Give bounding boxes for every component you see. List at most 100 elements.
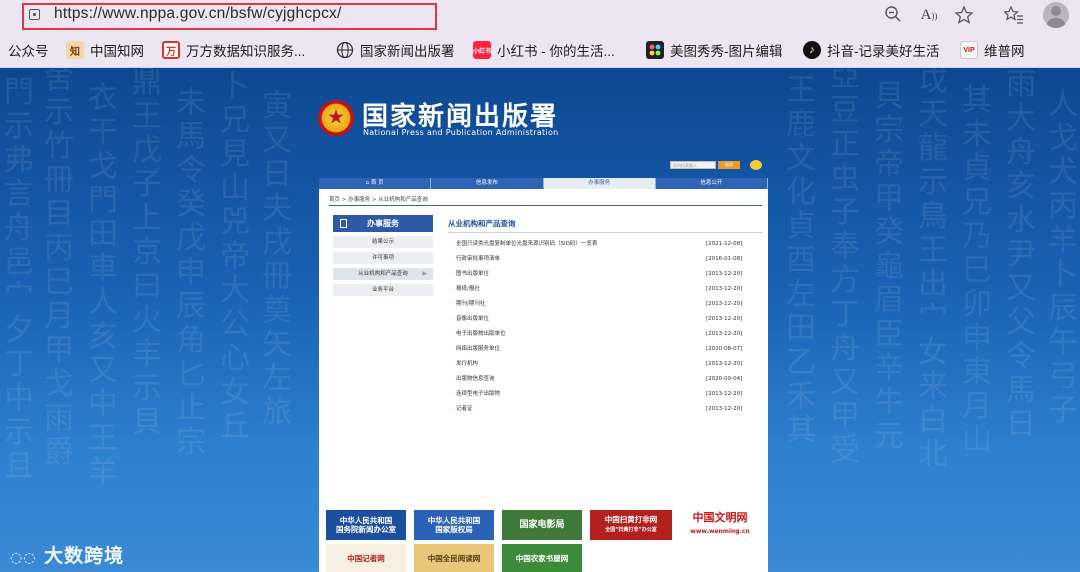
breadcrumb[interactable]: 首页 > 办事服务 > 从业机构和产品查询 xyxy=(329,195,428,203)
banner-scio[interactable]: 中华人民共和国 国务院新闻办公室 xyxy=(326,510,406,540)
bookmark-label: 小红书 - 你的生活... xyxy=(497,44,615,59)
watermark-logo: ◌◌ 大数跨境 xyxy=(10,541,124,568)
bookmark-xiaohongshu[interactable]: 小红书 小红书 - 你的生活... xyxy=(473,40,615,60)
wanfang-icon: 万 xyxy=(162,41,180,59)
list-item-date: [2013-12-20] xyxy=(706,271,743,277)
list-item-title[interactable]: 期刊/期刊社 xyxy=(456,300,485,308)
list-item[interactable]: · 期刊/期刊社 [2013-12-20] xyxy=(450,300,744,315)
banner-farm-bookstore[interactable]: 中国农家书屋网 xyxy=(502,544,582,572)
url-highlight-box xyxy=(22,3,437,30)
list-item-title[interactable]: 连续型电子出版物 xyxy=(456,390,500,398)
banner-line2: 全国“扫黄打非”办公室 xyxy=(605,527,657,533)
list-item-title[interactable]: 图书出版单位 xyxy=(456,270,489,278)
list-item-title[interactable]: 全国只读类光盘复制单位光盘来源识别码（SID码）一览表 xyxy=(456,240,597,248)
banner-line2: 国家版权局 xyxy=(435,525,473,534)
breadcrumb-divider xyxy=(329,205,762,206)
background-glyphs: 寅又日夫戌冊奠矢左旅 xyxy=(262,89,292,430)
sidebar-item-platform[interactable]: 业务平台 xyxy=(333,284,433,296)
list-item-title[interactable]: 记者证 xyxy=(456,405,473,413)
list-item-date: [2020-08-07] xyxy=(706,346,743,352)
list-item[interactable]: · 报纸/报社 [2013-12-20] xyxy=(450,285,744,300)
list-item-title[interactable]: 音像出版单位 xyxy=(456,315,489,323)
chat-icon[interactable] xyxy=(750,160,762,170)
background-glyphs: 其未貞兄乃巳卯申東月山 xyxy=(962,83,992,458)
bullet-icon: · xyxy=(450,361,452,367)
banner-film-bureau[interactable]: 国家电影局 xyxy=(502,510,582,540)
list-item-date: [2016-01-08] xyxy=(706,256,743,262)
list-item[interactable]: · 电子出版物出版单位 [2013-12-20] xyxy=(450,330,744,345)
list-item[interactable]: · 记者证 [2013-12-20] xyxy=(450,405,744,420)
list-item-date: [2013-12-20] xyxy=(706,361,743,367)
list-item[interactable]: · 行政审批事项清单 [2016-01-08] xyxy=(450,255,744,270)
list-item-title[interactable]: 网络出版服务单位 xyxy=(456,345,500,353)
bookmark-label: 中国知网 xyxy=(90,44,144,59)
list-item[interactable]: · 全国只读类光盘复制单位光盘来源识别码（SID码）一览表 [2021-12-08] xyxy=(450,240,744,255)
favorite-star-icon[interactable] xyxy=(954,5,974,25)
national-emblem-icon xyxy=(318,100,354,136)
xiaohongshu-icon: 小红书 xyxy=(473,41,491,59)
banner-ncac[interactable]: 中华人民共和国 国家版权局 xyxy=(414,510,494,540)
list-item-title[interactable]: 报纸/报社 xyxy=(456,285,480,293)
profile-avatar-icon[interactable] xyxy=(1043,2,1069,28)
address-bar: https://www.nppa.gov.cn/bsfw/cyjghcpcx/ … xyxy=(0,0,1080,31)
sidebar-title-label: 办事服务 xyxy=(367,219,399,228)
bookmark-douyin[interactable]: ♪ 抖音-记录美好生活 xyxy=(803,40,940,60)
bullet-icon: · xyxy=(450,331,452,337)
banner-line1: 中国全民阅读网 xyxy=(427,553,481,563)
list-item[interactable]: · 音像出版单位 [2013-12-20] xyxy=(450,315,744,330)
list-item-title[interactable]: 电子出版物出版单位 xyxy=(456,330,506,338)
nav-services[interactable]: 办事服务 xyxy=(543,178,656,189)
sidebar-item-permits[interactable]: 许可事项 xyxy=(333,252,433,264)
content-panel: ⌂ 首 页 信息发布 办事服务 信息公开 首页 > 办事服务 > 从业机构和产品… xyxy=(319,178,768,572)
banner-wenming[interactable]: 中国文明网 www.wenming.cn xyxy=(680,510,760,540)
banner-line2: www.wenming.cn xyxy=(690,528,750,535)
bookmark-vip[interactable]: VIP 维普网 xyxy=(960,40,1025,60)
nav-home[interactable]: ⌂ 首 页 xyxy=(319,178,432,189)
nav-info-release[interactable]: 信息发布 xyxy=(431,178,544,189)
list-item[interactable]: · 网络出版服务单位 [2020-08-07] xyxy=(450,345,744,360)
banner-journalist[interactable]: 中国记者网 xyxy=(326,544,406,572)
background-glyphs: 卜兄見山兕帝大公心女丘 xyxy=(220,69,250,444)
cnki-icon: 知 xyxy=(66,41,84,59)
sidebar-item-results[interactable]: 结果公示 xyxy=(333,236,433,248)
main-nav: ⌂ 首 页 信息发布 办事服务 信息公开 xyxy=(319,178,768,189)
bookmark-label: 抖音-记录美好生活 xyxy=(827,44,940,59)
background-glyphs: 亞豆正虫子奉方丁舟又甲受 xyxy=(830,68,860,468)
watermark-text: 大数跨境 xyxy=(44,545,125,567)
nav-info-disclosure[interactable]: 信息公开 xyxy=(656,178,768,189)
bookmark-nppa[interactable]: 国家新闻出版署 xyxy=(336,40,455,60)
banner-reading[interactable]: 中国全民阅读网 xyxy=(414,544,494,572)
list-item[interactable]: · 出版物信息查询 [2020-09-04] xyxy=(450,375,744,390)
douyin-icon: ♪ xyxy=(803,41,821,59)
list-item-date: [2013-12-20] xyxy=(706,301,743,307)
read-aloud-icon[interactable]: A)) xyxy=(919,5,939,25)
section-title: 从业机构和产品查询 xyxy=(448,219,516,228)
list-item-title[interactable]: 出版物信息查询 xyxy=(456,375,495,383)
bullet-icon: · xyxy=(450,241,452,247)
zoom-out-icon[interactable] xyxy=(883,5,903,25)
banner-line1: 中国农家书屋网 xyxy=(515,553,569,563)
site-search-input[interactable]: 站内检索输入 xyxy=(670,161,716,169)
bookmark-wanfang[interactable]: 万 万方数据知识服务... xyxy=(162,40,305,60)
bookmark-label: 万方数据知识服务... xyxy=(186,44,306,59)
list-item-title[interactable]: 行政审批事项清单 xyxy=(456,255,500,263)
list-item-date: [2013-12-20] xyxy=(706,391,743,397)
list-item-title[interactable]: 发行机构 xyxy=(456,360,478,368)
banner-shdf[interactable]: 中国扫黄打非网 全国“扫黄打非”办公室 xyxy=(590,510,672,540)
bookmark-label: 美图秀秀-图片编辑 xyxy=(670,44,783,59)
list-item[interactable]: · 连续型电子出版物 [2013-12-20] xyxy=(450,390,744,405)
list-item[interactable]: · 发行机构 [2013-12-20] xyxy=(450,360,744,375)
bookmark-cnki[interactable]: 知 中国知网 xyxy=(66,40,144,60)
bookmark-gongzhonghao[interactable]: 公众号 xyxy=(8,40,49,60)
bullet-icon: · xyxy=(450,256,452,262)
bookmark-meitu[interactable]: 美图秀秀-图片编辑 xyxy=(646,40,783,60)
list-item[interactable]: · 图书出版单位 [2013-12-20] xyxy=(450,270,744,285)
favorites-list-icon[interactable] xyxy=(1003,5,1024,25)
sidebar-item-query[interactable]: 从业机构和产品查询 ▶ xyxy=(333,268,433,280)
background-glyphs: 戉天龍示鳥王出宀女来白北 xyxy=(918,68,948,472)
site-search-button[interactable]: 搜索 xyxy=(718,161,740,169)
list-item-date: [2013-12-20] xyxy=(706,286,743,292)
background-glyphs: 雨大舟亥水尹又父令馬日 xyxy=(1006,68,1036,442)
bullet-icon: · xyxy=(450,316,452,322)
bookmark-label: 维普网 xyxy=(984,44,1025,59)
